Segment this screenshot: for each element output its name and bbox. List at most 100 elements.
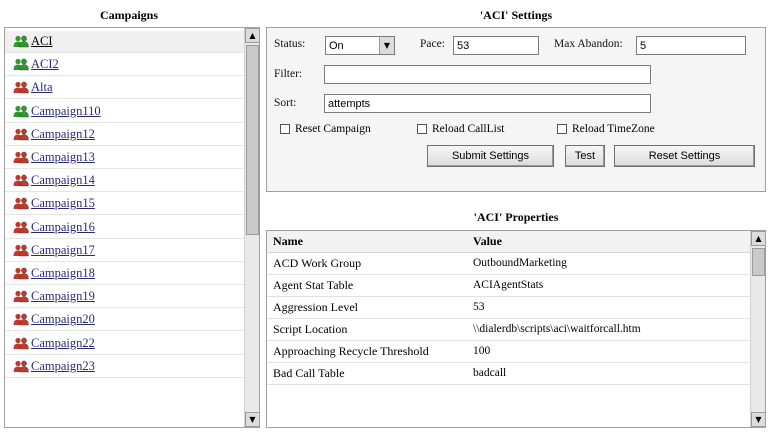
campaign-item[interactable]: Campaign13 [5,147,245,169]
campaign-people-icon [13,105,29,118]
properties-scrollbar[interactable]: ▲ ▼ [750,231,765,427]
reload-timezone-checkbox[interactable]: Reload TimeZone [557,123,655,135]
reload-timezone-box[interactable] [557,124,567,134]
campaign-item[interactable]: Campaign22 [5,333,245,355]
campaign-people-icon [13,81,29,94]
table-row: Script Location \\dialerdb\scripts\aci\wa… [267,318,752,341]
table-row: Approaching Recycle Threshold 100 [267,340,752,363]
property-value: \\dialerdb\scripts\aci\waitforcall.htm [467,318,752,341]
header-value: Value [467,231,752,253]
campaign-item[interactable]: Campaign14 [5,170,245,193]
property-value: OutboundMarketing [467,252,752,275]
scroll-up-arrow-icon[interactable]: ▲ [245,28,259,43]
campaigns-title: Campaigns [99,8,158,22]
campaign-people-icon [13,313,29,326]
filter-label: Filter: [274,68,303,80]
properties-table: Name Value ACD Work Group OutboundMarketi… [267,231,752,385]
max-abandon-input[interactable]: 5 [636,36,746,55]
properties-body: ACD Work Group OutboundMarketing Agent Sta… [267,252,752,385]
property-name: Agent Stat Table [267,274,467,297]
scroll-down-arrow-icon[interactable]: ▼ [751,412,765,427]
reload-timezone-label: Reload TimeZone [572,123,655,135]
campaign-link[interactable]: Campaign19 [31,289,95,304]
campaign-link[interactable]: Campaign22 [31,336,95,351]
reset-campaign-box[interactable] [280,124,290,134]
campaign-list[interactable]: ACI ACI2 Alta Campaign110 Campaign12 Campaign… [4,27,260,428]
submit-settings-button[interactable]: Submit Settings [427,145,554,167]
campaign-link[interactable]: Campaign17 [31,243,95,258]
campaign-link[interactable]: Campaign18 [31,266,95,281]
campaign-item[interactable]: Campaign20 [5,309,245,332]
reload-calllist-checkbox[interactable]: Reload CallList [417,123,505,135]
reset-campaign-label: Reset Campaign [295,123,371,135]
campaign-item[interactable]: Campaign17 [5,240,245,262]
test-button[interactable]: Test [565,145,605,167]
settings-panel: Status: On ▼ Pace: 53 Max Abandon: 5 Fil… [266,27,766,192]
status-select-value: On [329,39,344,52]
pace-input[interactable]: 53 [453,36,539,55]
campaign-people-icon [13,197,29,210]
property-value: 100 [467,340,752,363]
reset-settings-button[interactable]: Reset Settings [614,145,755,167]
sort-input[interactable]: attempts [324,94,651,113]
table-row: Aggression Level 53 [267,296,752,319]
sort-label: Sort: [274,97,297,109]
max-abandon-label: Max Abandon: [554,38,623,50]
campaign-link[interactable]: Campaign12 [31,127,95,142]
table-row: Bad Call Table badcall [267,362,752,385]
campaign-link[interactable]: Campaign110 [31,104,101,119]
campaign-link[interactable]: ACI2 [31,57,59,72]
filter-input[interactable] [324,65,651,84]
status-label: Status: [274,38,306,50]
properties-title: 'ACI' Properties [473,210,559,224]
campaign-link[interactable]: Campaign23 [31,359,95,374]
property-name: Script Location [267,318,467,341]
property-value: ACIAgentStats [467,274,752,297]
campaign-item[interactable]: Campaign18 [5,263,245,285]
header-name: Name [267,231,467,253]
property-name: ACD Work Group [267,252,467,275]
campaign-link[interactable]: Campaign16 [31,220,95,235]
properties-panel: Name Value ACD Work Group OutboundMarketi… [266,230,766,428]
campaign-link[interactable]: Campaign20 [31,312,95,327]
scroll-down-arrow-icon[interactable]: ▼ [245,412,259,427]
campaign-item[interactable]: Campaign110 [5,101,245,123]
campaign-item[interactable]: ACI [5,31,245,53]
table-row: Agent Stat Table ACIAgentStats [267,274,752,297]
campaign-link[interactable]: Campaign15 [31,196,95,211]
campaign-list-scrollbar[interactable]: ▲ ▼ [244,28,259,427]
scroll-thumb[interactable] [752,248,765,276]
campaign-item[interactable]: Campaign16 [5,217,245,239]
campaign-people-icon [13,58,29,71]
scroll-up-arrow-icon[interactable]: ▲ [751,231,765,246]
reload-calllist-box[interactable] [417,124,427,134]
reset-campaign-checkbox[interactable]: Reset Campaign [280,123,371,135]
campaign-people-icon [13,128,29,141]
campaign-item[interactable]: Campaign23 [5,356,245,378]
campaign-item[interactable]: ACI2 [5,54,245,77]
campaign-link[interactable]: Campaign14 [31,173,95,188]
scroll-thumb[interactable] [246,45,259,235]
campaign-people-icon [13,290,29,303]
campaign-link[interactable]: ACI [31,34,53,49]
campaign-item[interactable]: Alta [5,77,245,100]
property-value: badcall [467,362,752,385]
campaign-item[interactable]: Campaign19 [5,286,245,309]
campaign-people-icon [13,267,29,280]
campaign-people-icon [13,151,29,164]
property-name: Approaching Recycle Threshold [267,340,467,363]
campaign-people-icon [13,35,29,48]
campaign-people-icon [13,221,29,234]
pace-label: Pace: [420,38,445,50]
chevron-down-icon[interactable]: ▼ [379,37,394,54]
reload-calllist-label: Reload CallList [432,123,505,135]
campaign-link[interactable]: Alta [31,80,53,95]
campaign-link[interactable]: Campaign13 [31,150,95,165]
campaign-item[interactable]: Campaign15 [5,193,245,216]
campaign-item[interactable]: Campaign12 [5,124,245,146]
status-select[interactable]: On ▼ [325,36,395,55]
property-name: Bad Call Table [267,362,467,385]
campaign-people-icon [13,337,29,350]
campaign-people-icon [13,174,29,187]
table-row: ACD Work Group OutboundMarketing [267,252,752,275]
